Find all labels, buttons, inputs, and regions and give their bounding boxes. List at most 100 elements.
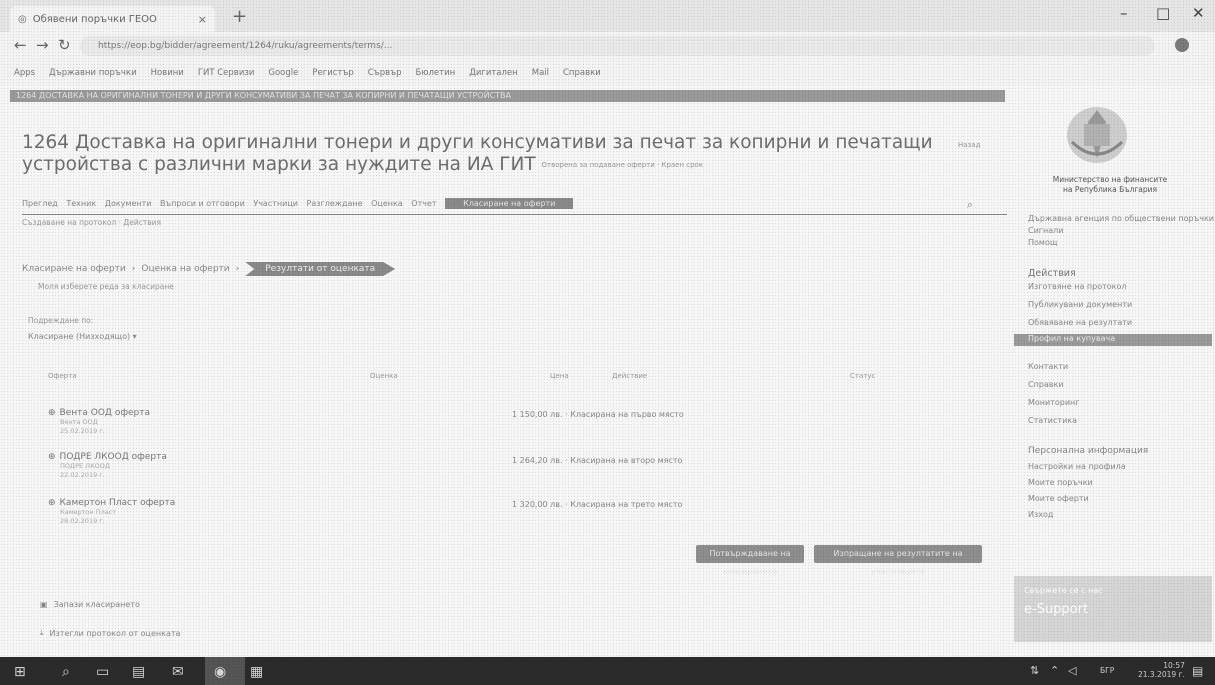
sidebar-item[interactable]: Мониторинг (1028, 398, 1080, 407)
sidebar-item[interactable]: Изготвяне на протокол (1028, 282, 1127, 291)
windows-start-icon[interactable]: ⊞ (14, 664, 26, 680)
table-row[interactable]: ⊕ Камертон Пласт оферта Камертон Пласт 28… (48, 498, 175, 526)
bookmark-item[interactable]: Google (268, 68, 298, 78)
column-header-action: Действие (612, 372, 648, 380)
top-banner: 1264 ДОСТАВКА НА ОРИГИНАЛНИ ТОНЕРИ И ДРУ… (10, 90, 1005, 102)
drag-handle-icon[interactable]: ⊕ (48, 452, 56, 462)
tab-review[interactable]: Разглеждане (307, 199, 363, 208)
bookmark-item[interactable]: Бюлетин (416, 68, 456, 78)
sidebar-item[interactable]: Обявяване на резултати (1028, 318, 1132, 327)
sidebar-extra-title: Персонална информация (1028, 446, 1149, 456)
tab-technical[interactable]: Техник (66, 199, 96, 208)
tab-title: Обявени поръчки ГЕОО (32, 13, 157, 25)
close-tab-icon[interactable]: × (198, 13, 207, 26)
step-ranking[interactable]: Класиране на оферти (22, 264, 126, 274)
tab-documents[interactable]: Документи (105, 199, 152, 208)
table-row[interactable]: ⊕ ПОДРЕ ЛКООД оферта ПОДРЕ ЛКООД 22.02.20… (48, 452, 167, 480)
drag-handle-icon[interactable]: ⊕ (48, 498, 56, 508)
volume-icon[interactable]: ◁ (1068, 664, 1076, 677)
keyboard-language[interactable]: БГР (1100, 666, 1114, 675)
forward-arrow-icon[interactable]: → (36, 36, 49, 54)
tab-questions[interactable]: Въпроси и отговори (160, 199, 245, 208)
sidebar-item[interactable]: Контакти (1028, 362, 1068, 371)
offer-name[interactable]: Вента ООД оферта (60, 408, 150, 418)
process-steps: Класиране на оферти › Оценка на оферти ›… (22, 262, 396, 276)
network-icon[interactable]: ⇅ (1030, 664, 1039, 677)
download-protocol-label[interactable]: Изтегли протокол от оценката (50, 629, 181, 638)
tab-ranking[interactable]: Класиране на оферти (445, 198, 574, 209)
sidebar-extra-item[interactable]: Моите оферти (1028, 494, 1089, 503)
save-icon: ▣ (40, 600, 48, 609)
clock[interactable]: 10:57 21.3.2019 г. (1138, 661, 1185, 679)
bookmark-item[interactable]: Сървър (368, 68, 402, 78)
task-view-icon[interactable]: ▭ (96, 664, 109, 680)
bookmark-item[interactable]: Дигитален (469, 68, 518, 78)
sidebar-top-item[interactable]: Сигнали (1028, 226, 1063, 235)
browser-icon[interactable]: ◉ (214, 664, 226, 680)
save-ranking-label[interactable]: Запази класирането (54, 600, 140, 609)
close-window-icon[interactable]: ✕ (1192, 4, 1205, 22)
confirm-ranking-button[interactable]: Потвърждаване на класирането (696, 545, 804, 576)
offer-company: ПОДРЕ ЛКООД (60, 462, 110, 470)
minimize-icon[interactable]: – (1120, 4, 1128, 22)
bookmark-item[interactable]: Новини (151, 68, 184, 78)
url-field[interactable]: https://eop.bg/bidder/agreement/1264/ruk… (80, 36, 1155, 56)
offer-status: Класирана на трето място (570, 500, 683, 509)
bookmark-item[interactable]: Регистър (312, 68, 353, 78)
mail-icon[interactable]: ✉ (172, 664, 184, 680)
sidebar-item-active-label[interactable]: Профил на купувача (1028, 334, 1115, 343)
reload-icon[interactable]: ↻ (58, 36, 71, 54)
tab-participants[interactable]: Участници (253, 199, 298, 208)
tab-overview[interactable]: Преглед (22, 199, 58, 208)
bookmark-item[interactable]: Държавни поръчки (49, 68, 137, 78)
clock-date: 21.3.2019 г. (1138, 670, 1185, 679)
new-tab-button[interactable]: + (232, 6, 247, 27)
download-protocol-link[interactable]: ⤓ Изтегли протокол от оценката (40, 628, 180, 638)
bookmark-item[interactable]: Apps (14, 68, 35, 78)
search-icon[interactable]: ⌕ (967, 198, 973, 212)
offer-name[interactable]: ПОДРЕ ЛКООД оферта (60, 452, 167, 462)
store-icon[interactable]: ▦ (250, 664, 263, 680)
support-banner-title: Свържете се с нас (1024, 586, 1103, 595)
bookmark-item[interactable]: Mail (532, 68, 549, 78)
drag-handle-icon[interactable]: ⊕ (48, 408, 56, 418)
back-link[interactable]: Назад (958, 141, 980, 149)
browser-tab[interactable]: ◎ Обявени поръчки ГЕОО × (10, 6, 215, 32)
file-explorer-icon[interactable]: ▤ (132, 664, 145, 680)
chevron-up-icon[interactable]: ⌃ (1050, 664, 1059, 677)
offer-company: Камертон Пласт (60, 508, 117, 516)
send-results-button[interactable]: Изпращане на резултатите на участниците (814, 545, 982, 576)
maximize-icon[interactable]: □ (1156, 4, 1170, 22)
support-banner[interactable]: Свържете се с нас e-Support (1014, 576, 1212, 642)
sidebar-top-item[interactable]: Държавна агенция по обществени поръчки (1028, 214, 1214, 223)
tab-evaluation[interactable]: Оценка (371, 199, 403, 208)
offer-name[interactable]: Камертон Пласт оферта (60, 498, 176, 508)
table-row[interactable]: ⊕ Вента ООД оферта Вента ООД 25.02.2019 г… (48, 408, 150, 436)
sidebar-item[interactable]: Справки (1028, 380, 1064, 389)
bookmark-item[interactable]: Справки (563, 68, 601, 78)
sort-select[interactable]: Класиране (Низходящо) ▾ (28, 332, 137, 341)
chevron-right-icon: › (235, 264, 240, 274)
step-results[interactable]: Резултати от оценката (245, 262, 396, 276)
chevron-right-icon: › (131, 264, 136, 274)
sidebar-top-item[interactable]: Помощ (1028, 238, 1057, 247)
clock-time: 10:57 (1163, 661, 1185, 670)
coat-of-arms-logo (1067, 107, 1127, 163)
sub-navigation[interactable]: Създаване на протокол · Действия (22, 218, 161, 227)
sort-label: Подреждане по: (28, 316, 94, 325)
back-arrow-icon[interactable]: ← (14, 36, 27, 54)
sidebar-extra-item[interactable]: Изход (1028, 510, 1053, 519)
tab-report[interactable]: Отчет (411, 199, 436, 208)
notifications-icon[interactable]: ▤ (1192, 664, 1203, 678)
sidebar-item[interactable]: Статистика (1028, 416, 1077, 425)
profile-avatar[interactable] (1175, 38, 1189, 52)
search-icon[interactable]: ⌕ (62, 664, 70, 680)
step-evaluation[interactable]: Оценка на оферти (141, 264, 229, 274)
sidebar-item[interactable]: Публикувани документи (1028, 300, 1132, 309)
sidebar-extra-item[interactable]: Настройки на профила (1028, 462, 1126, 471)
save-ranking-link[interactable]: ▣ Запази класирането (40, 600, 140, 609)
offer-price: 1 264,20 лв. (512, 456, 563, 465)
sidebar-section-title: Действия (1028, 268, 1076, 279)
sidebar-extra-item[interactable]: Моите поръчки (1028, 478, 1093, 487)
bookmark-item[interactable]: ГИТ Сервизи (198, 68, 255, 78)
